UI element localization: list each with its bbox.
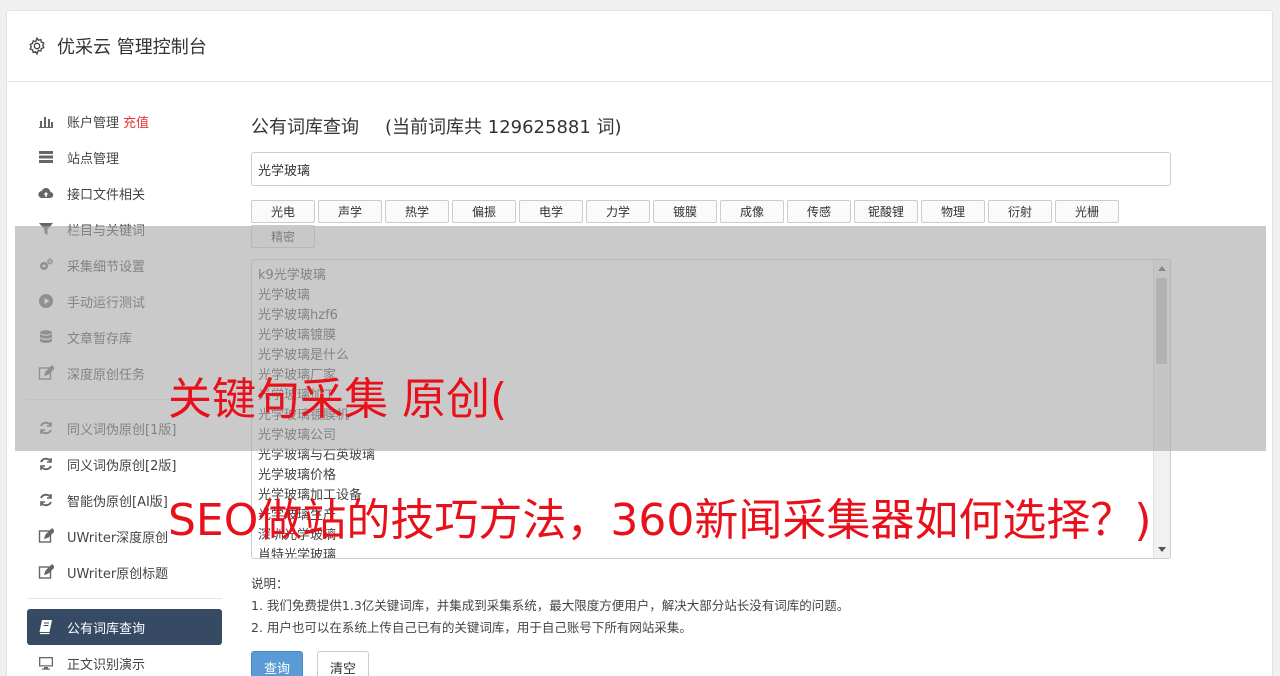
sidebar-item-label: UWriter原创标题: [67, 566, 169, 582]
tag-button[interactable]: 电学: [519, 200, 583, 223]
sidebar-divider: [27, 598, 222, 599]
word-count-text: (当前词库共 129625881 词): [385, 117, 622, 138]
tag-button[interactable]: 镀膜: [653, 200, 717, 223]
keyword-search-input[interactable]: [251, 152, 1171, 186]
cloud-upload-icon: [38, 185, 54, 201]
page-title-text: 公有词库查询: [251, 117, 359, 138]
tag-button[interactable]: 光栅: [1055, 200, 1119, 223]
clear-button[interactable]: 清空: [317, 651, 370, 676]
recharge-link[interactable]: 充值: [123, 112, 149, 131]
refresh-icon: [38, 492, 54, 508]
action-buttons: 查询 清空: [251, 651, 1171, 676]
server-icon: [38, 149, 54, 165]
page-title: 公有词库查询 (当前词库共 129625881 词): [251, 111, 1171, 141]
sidebar-item[interactable]: 接口文件相关: [27, 175, 222, 211]
sidebar-item-label: 公有词库查询: [67, 621, 146, 637]
query-button[interactable]: 查询: [251, 651, 304, 676]
sidebar-item[interactable]: 同义词伪原创[2版]: [27, 446, 222, 482]
tag-button[interactable]: 传感: [787, 200, 851, 223]
sidebar-item-label: 站点管理: [67, 151, 120, 167]
sidebar-item[interactable]: 站点管理: [27, 139, 222, 175]
overlay-headline-line1: 关键句采集 原创(: [168, 374, 508, 425]
sidebar-item[interactable]: UWriter原创标题: [27, 554, 222, 590]
tag-button[interactable]: 物理: [921, 200, 985, 223]
sidebar-item-label: 账户管理: [67, 115, 120, 131]
edit-icon: [38, 528, 54, 544]
book-icon: [38, 619, 54, 635]
tag-button[interactable]: 衍射: [988, 200, 1052, 223]
note-item: 2. 用户也可以在系统上传自己已有的关键词库，用于自己账号下所有网站采集。: [251, 620, 692, 635]
sidebar-item[interactable]: 正文识别演示: [27, 645, 222, 676]
tag-button[interactable]: 声学: [318, 200, 382, 223]
overlay-headline-line2: SEO做站的技巧方法，360新闻采集器如何选择？): [168, 495, 1152, 546]
sidebar-item[interactable]: 账户管理 充值: [27, 103, 222, 139]
edit-icon: [38, 564, 54, 580]
tag-button[interactable]: 光电: [251, 200, 315, 223]
notes-section: 说明： 1. 我们免费提供1.3亿关键词库，并集成到采集系统，最大限度方便用户，…: [251, 573, 1171, 639]
sidebar-item-label: 接口文件相关: [67, 187, 146, 203]
bar-chart-icon: [38, 113, 54, 129]
sidebar-item[interactable]: 公有词库查询: [27, 609, 222, 645]
monitor-icon: [38, 655, 54, 671]
tag-button[interactable]: 成像: [720, 200, 784, 223]
app-title: 优采云 管理控制台: [57, 37, 207, 58]
sidebar-item-label: 智能伪原创[AI版]: [67, 494, 168, 510]
sidebar-item-label: 正文识别演示: [67, 657, 146, 673]
sidebar-item-label: 同义词伪原创[2版]: [67, 458, 177, 474]
note-item: 1. 我们免费提供1.3亿关键词库，并集成到采集系统，最大限度方便用户，解决大部…: [251, 598, 850, 613]
sidebar-item-label: UWriter深度原创: [67, 530, 169, 546]
result-item: 光学玻璃价格: [258, 468, 337, 483]
scroll-down-icon[interactable]: [1158, 547, 1166, 552]
notes-title: 说明：: [251, 576, 289, 591]
tag-button[interactable]: 力学: [586, 200, 650, 223]
tag-button[interactable]: 偏振: [452, 200, 516, 223]
refresh-icon: [38, 456, 54, 472]
panel-header: 优采云 管理控制台: [7, 11, 1272, 82]
tag-button[interactable]: 铌酸锂: [854, 200, 918, 223]
gear-icon: [29, 36, 45, 56]
tag-button[interactable]: 热学: [385, 200, 449, 223]
